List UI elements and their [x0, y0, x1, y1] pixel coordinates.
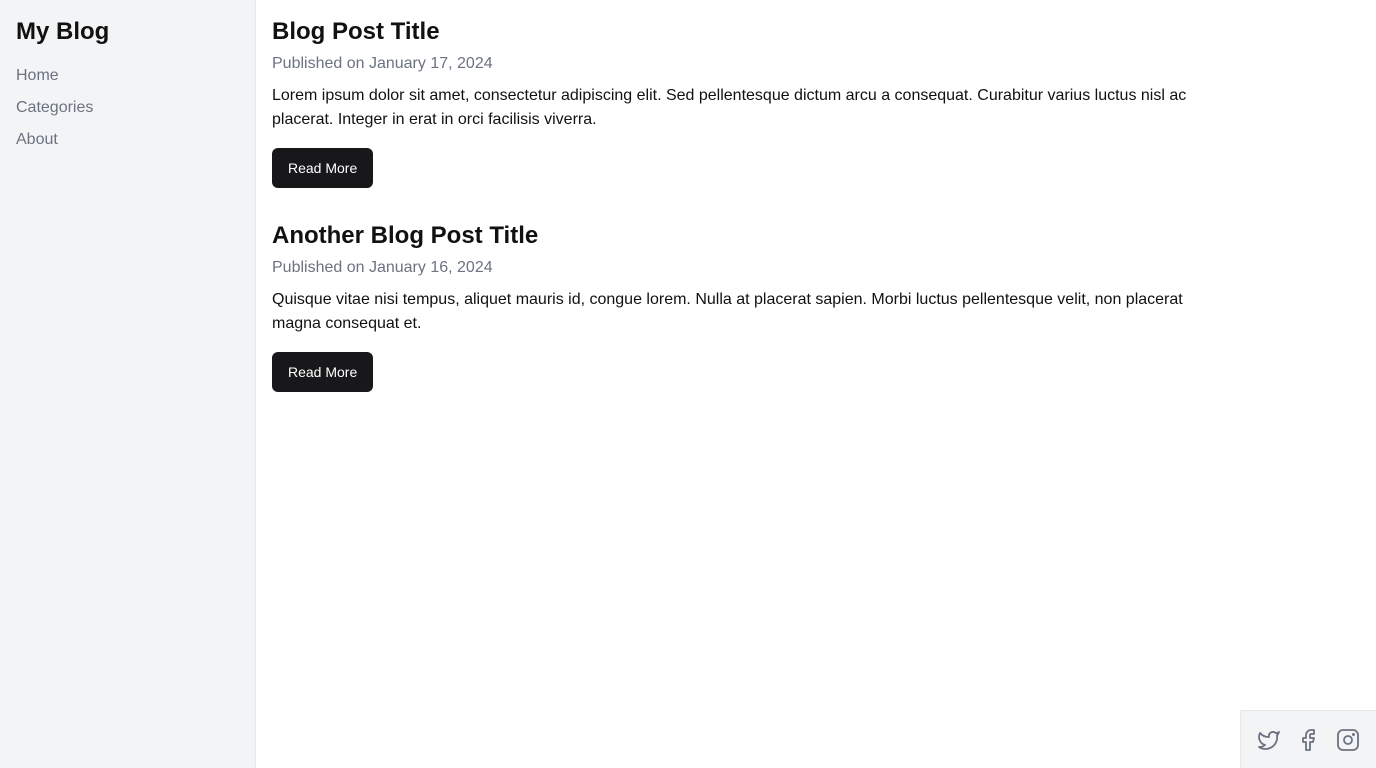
post-title: Blog Post Title	[272, 18, 440, 45]
post-excerpt: Quisque vitae nisi tempus, aliquet mauri…	[272, 291, 1183, 332]
post-list: Blog Post Title Published on January 17,…	[256, 0, 1216, 440]
sidebar-item-home[interactable]: Home	[16, 64, 239, 88]
sidebar-item-categories[interactable]: Categories	[16, 96, 239, 120]
post-title: Another Blog Post Title	[272, 222, 539, 249]
read-more-button[interactable]: Read More	[272, 352, 374, 392]
sidebar-item-about[interactable]: About	[16, 128, 239, 152]
sidebar: My Blog Home Categories About	[0, 0, 256, 768]
post-date: Published on January 16, 2024	[272, 259, 493, 276]
site-title: My Blog	[16, 18, 110, 45]
twitter-icon[interactable]	[1257, 728, 1281, 752]
blog-post: Blog Post Title Published on January 17,…	[272, 16, 1200, 188]
app-layout: My Blog Home Categories About Blog Post …	[0, 0, 1376, 768]
instagram-icon[interactable]	[1336, 728, 1360, 752]
read-more-button[interactable]: Read More	[272, 148, 374, 188]
sidebar-nav: Home Categories About	[16, 64, 239, 152]
blog-post: Another Blog Post Title Published on Jan…	[272, 220, 1200, 392]
post-date: Published on January 17, 2024	[272, 55, 493, 72]
facebook-icon[interactable]	[1296, 728, 1320, 752]
post-excerpt: Lorem ipsum dolor sit amet, consectetur …	[272, 87, 1187, 128]
social-links	[1240, 710, 1376, 768]
